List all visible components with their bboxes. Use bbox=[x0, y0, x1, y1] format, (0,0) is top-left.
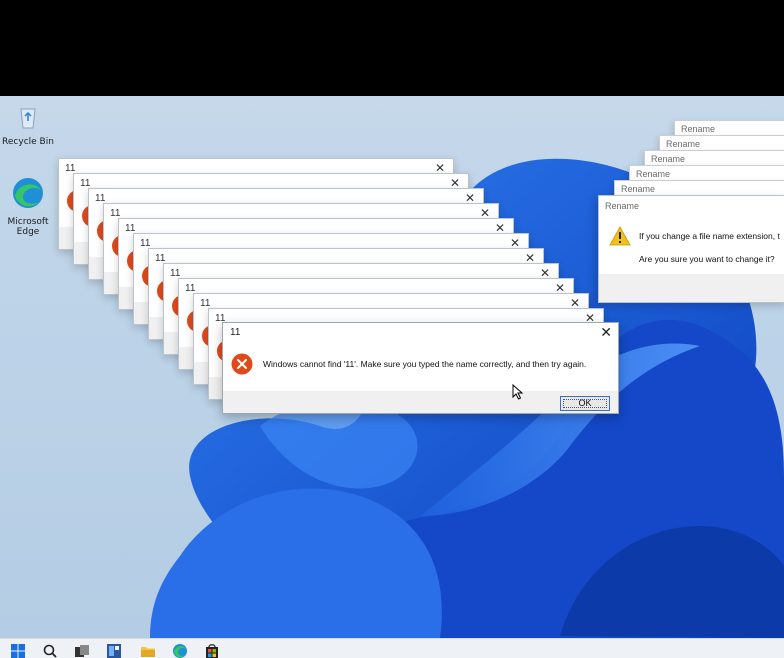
error-dialog[interactable]: 11 ✕ Windows cannot find '11'. Make sure… bbox=[222, 322, 619, 414]
rename-title: Rename bbox=[651, 154, 686, 164]
rename-title: Rename bbox=[605, 201, 640, 211]
error-icon bbox=[231, 353, 253, 375]
edge-icon[interactable] bbox=[172, 643, 188, 658]
dialog-title: 11 bbox=[230, 327, 241, 338]
ok-button[interactable]: OK bbox=[560, 396, 610, 411]
file-explorer-icon[interactable] bbox=[140, 643, 156, 658]
taskbar bbox=[0, 638, 784, 658]
rename-title: Rename bbox=[681, 124, 716, 134]
recycle-bin-shortcut[interactable]: Recycle Bin bbox=[0, 104, 56, 147]
dialog-body: Windows cannot find '11'. Make sure you … bbox=[223, 343, 618, 391]
rename-dialog-footer bbox=[599, 274, 784, 302]
edge-label: Microsoft Edge bbox=[7, 217, 49, 237]
start-icon[interactable] bbox=[10, 643, 26, 658]
edge-icon bbox=[13, 178, 43, 208]
rename-warning-line1: If you change a file name extension, t bbox=[639, 231, 780, 241]
recycle-bin-label: Recycle Bin bbox=[2, 137, 54, 147]
rename-title: Rename bbox=[621, 184, 656, 194]
rename-dialog[interactable]: Rename If you change a file name extensi… bbox=[598, 195, 784, 303]
error-message: Windows cannot find '11'. Make sure you … bbox=[263, 359, 587, 369]
dialog-titlebar[interactable]: 11 ✕ bbox=[223, 323, 618, 343]
warning-icon bbox=[609, 226, 631, 246]
screen: Recycle Bin Microsoft Edge 11 ✕ 11 ✕ 11 ✕ 1… bbox=[0, 0, 784, 658]
mouse-cursor-icon bbox=[512, 384, 524, 400]
black-letterbox bbox=[0, 0, 784, 96]
task-view-icon[interactable] bbox=[74, 643, 90, 658]
rename-title: Rename bbox=[636, 169, 671, 179]
desktop: Recycle Bin Microsoft Edge 11 ✕ 11 ✕ 11 ✕ 1… bbox=[0, 96, 784, 638]
close-icon[interactable]: ✕ bbox=[600, 325, 612, 339]
search-icon[interactable] bbox=[42, 643, 58, 658]
widgets-icon[interactable] bbox=[106, 643, 122, 658]
rename-warning-line2: Are you sure you want to change it? bbox=[639, 254, 775, 264]
edge-shortcut[interactable]: Microsoft Edge bbox=[0, 176, 56, 237]
rename-title: Rename bbox=[666, 139, 701, 149]
store-icon[interactable] bbox=[204, 643, 220, 658]
recycle-bin-icon bbox=[20, 108, 36, 129]
